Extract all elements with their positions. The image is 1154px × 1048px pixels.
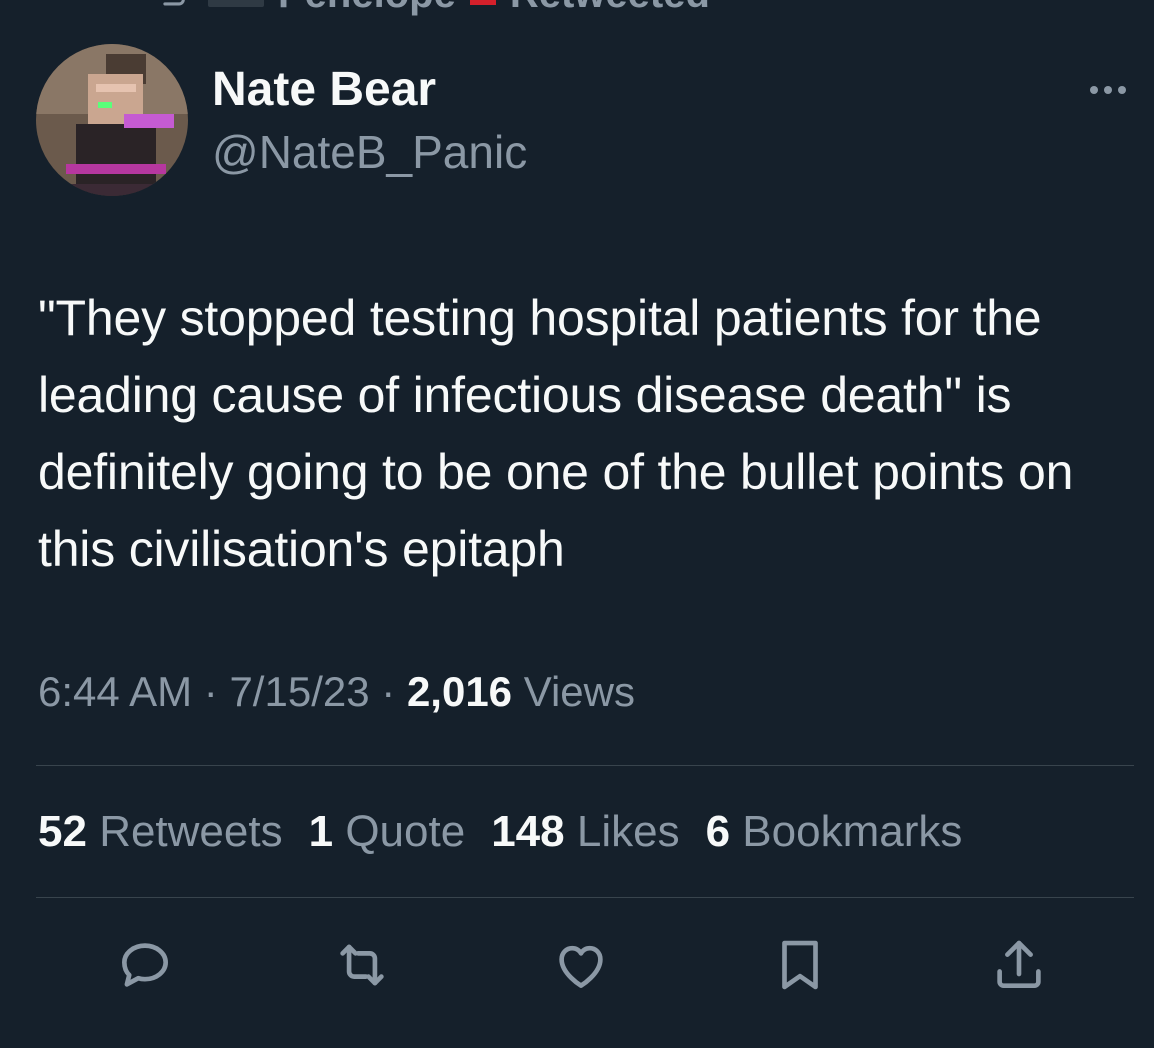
context-emoji-red-flag <box>469 0 496 5</box>
likes-label: Likes <box>576 807 680 856</box>
reply-button[interactable] <box>110 930 180 1000</box>
bookmark-button[interactable] <box>765 930 835 1000</box>
tweet-text: "They stopped testing hospital patients … <box>38 290 1087 577</box>
retweet-icon <box>340 944 384 986</box>
like-button[interactable] <box>546 930 616 1000</box>
author-name[interactable]: Nate Bear <box>212 62 436 118</box>
retweet-button[interactable] <box>327 930 397 1000</box>
more-horizontal-icon-dot <box>1090 86 1098 94</box>
bookmarks-stat[interactable]: 6 Bookmarks <box>706 802 963 862</box>
meta-separator: · <box>381 668 396 715</box>
reply-icon <box>122 943 168 987</box>
retweets-label: Retweets <box>99 807 283 856</box>
context-emoji-flag <box>208 0 264 7</box>
bookmarks-label: Bookmarks <box>742 807 963 856</box>
retweets-stat[interactable]: 52 Retweets <box>38 802 283 862</box>
tweet-time[interactable]: 6:44 AM <box>38 668 192 715</box>
quotes-stat[interactable]: 1 Quote <box>309 802 466 862</box>
quotes-count: 1 <box>308 807 334 856</box>
quotes-label: Quote <box>345 807 466 856</box>
bookmark-icon <box>782 940 818 990</box>
retweet-context[interactable]: Penelope Retweeted <box>150 0 710 17</box>
retweet-context-action: Retweeted <box>510 0 710 17</box>
divider <box>36 897 1134 898</box>
retweet-context-author: Penelope <box>278 0 456 17</box>
share-icon <box>997 940 1041 988</box>
likes-count: 148 <box>491 807 565 856</box>
bookmarks-count: 6 <box>705 807 731 856</box>
tweet-metadata: 6:44 AM · 7/15/23 · 2,016 Views <box>38 662 635 722</box>
more-horizontal-icon-dot <box>1104 86 1112 94</box>
retweet-context-icon <box>163 0 185 6</box>
avatar-image <box>36 44 188 196</box>
more-horizontal-icon-dot <box>1118 86 1126 94</box>
meta-separator: · <box>203 668 218 715</box>
views-label: Views <box>523 668 635 715</box>
heart-icon <box>559 945 603 988</box>
tweet-date[interactable]: 7/15/23 <box>229 668 369 715</box>
likes-stat[interactable]: 148 Likes <box>491 802 679 862</box>
more-options-button[interactable] <box>1080 72 1136 108</box>
retweets-count: 52 <box>38 807 87 856</box>
share-button[interactable] <box>984 930 1054 1000</box>
tweet-detail-view: Penelope Retweeted Nate Bear @NateB_Pani… <box>0 0 1154 1048</box>
author-handle[interactable]: @NateB_Panic <box>212 124 527 180</box>
avatar[interactable] <box>36 44 188 196</box>
divider <box>36 765 1134 766</box>
engagement-stats: 52 Retweets 1 Quote 148 Likes 6 Bookmark… <box>38 802 962 862</box>
views-count: 2,016 <box>406 668 513 715</box>
